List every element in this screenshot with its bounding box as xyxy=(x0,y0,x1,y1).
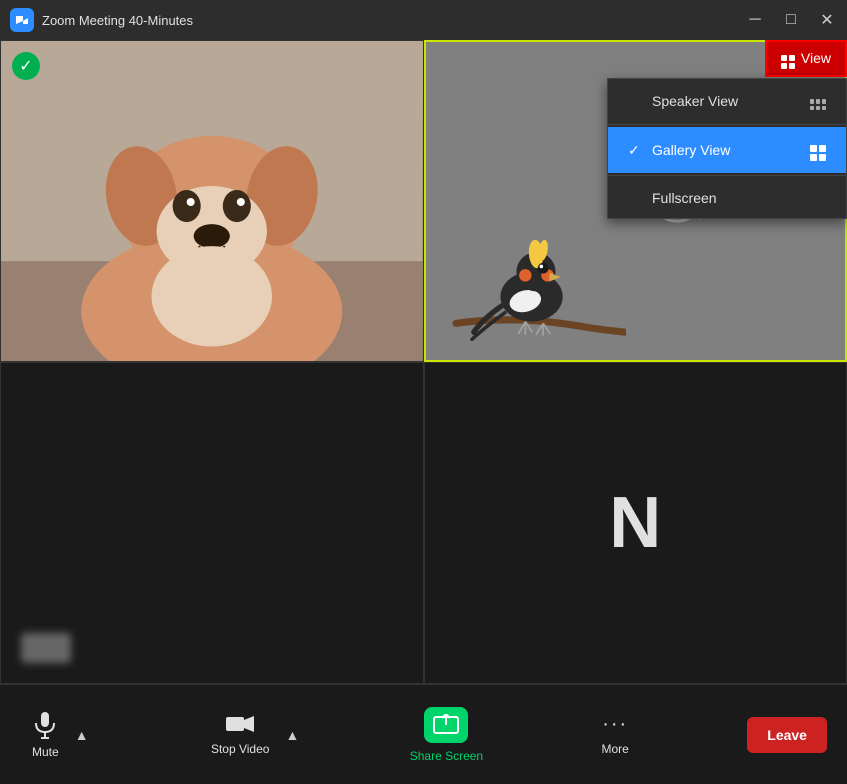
more-label: More xyxy=(602,742,629,756)
menu-divider xyxy=(608,124,846,125)
toolbar: Mute ▲ Stop Video ▲ Share Screen ··· xyxy=(0,684,847,784)
stop-video-label: Stop Video xyxy=(211,742,270,756)
camera-icon xyxy=(225,714,255,736)
minimize-button[interactable]: ─ xyxy=(745,10,765,30)
active-checkmark: ✓ xyxy=(628,142,644,159)
shield-icon: ✓ xyxy=(12,52,40,80)
speaker-view-label: Speaker View xyxy=(652,93,738,109)
view-button-container: View Speaker View ✓ Gallery View xyxy=(765,40,847,77)
dog-photo xyxy=(1,41,423,361)
share-screen-icon xyxy=(433,714,459,736)
stop-video-group: Stop Video ▲ xyxy=(199,706,303,764)
app-title: Zoom Meeting 40-Minutes xyxy=(42,13,193,28)
video-cell-dog xyxy=(0,40,424,362)
share-screen-label: Share Screen xyxy=(410,749,483,763)
video-cell-blurred xyxy=(0,362,424,684)
grid-icon xyxy=(781,48,795,69)
share-screen-icon-wrap xyxy=(424,707,468,743)
view-dropdown-menu: Speaker View ✓ Gallery View xyxy=(607,78,847,219)
maximize-button[interactable]: □ xyxy=(781,10,801,30)
speaker-view-icon xyxy=(810,91,826,110)
more-button[interactable]: ··· More xyxy=(590,705,641,764)
mute-chevron-button[interactable]: ▲ xyxy=(71,723,93,747)
video-chevron-button[interactable]: ▲ xyxy=(281,723,303,747)
gallery-view-option[interactable]: ✓ Gallery View xyxy=(608,127,846,173)
close-button[interactable]: ✕ xyxy=(817,10,837,30)
zoom-logo xyxy=(10,8,34,32)
window-controls: ─ □ ✕ xyxy=(745,10,837,30)
blurred-avatar xyxy=(21,633,71,663)
fullscreen-label: Fullscreen xyxy=(652,190,717,206)
mic-icon xyxy=(34,711,56,739)
speaker-view-option[interactable]: Speaker View xyxy=(608,79,846,122)
share-screen-group[interactable]: Share Screen xyxy=(410,707,483,763)
gallery-view-label: Gallery View xyxy=(652,142,730,158)
mute-button[interactable]: Mute xyxy=(20,703,71,767)
view-button-label: View xyxy=(801,50,831,66)
mute-group: Mute ▲ xyxy=(20,703,93,767)
menu-divider-2 xyxy=(608,175,846,176)
more-dots-icon: ··· xyxy=(602,713,628,736)
leave-button[interactable]: Leave xyxy=(747,717,827,753)
title-bar-left: Zoom Meeting 40-Minutes xyxy=(10,8,193,32)
mute-label: Mute xyxy=(32,745,59,759)
view-button[interactable]: View xyxy=(765,40,847,77)
bird-illustration xyxy=(446,190,626,350)
gallery-view-icon xyxy=(810,139,826,161)
security-badge: ✓ xyxy=(12,52,40,80)
fullscreen-option[interactable]: Fullscreen xyxy=(608,178,846,218)
stop-video-button[interactable]: Stop Video xyxy=(199,706,282,764)
title-bar: Zoom Meeting 40-Minutes ─ □ ✕ xyxy=(0,0,847,40)
participant-initial: N xyxy=(609,482,661,564)
more-group: ··· More xyxy=(590,705,641,764)
video-cell-n: N xyxy=(424,362,847,684)
